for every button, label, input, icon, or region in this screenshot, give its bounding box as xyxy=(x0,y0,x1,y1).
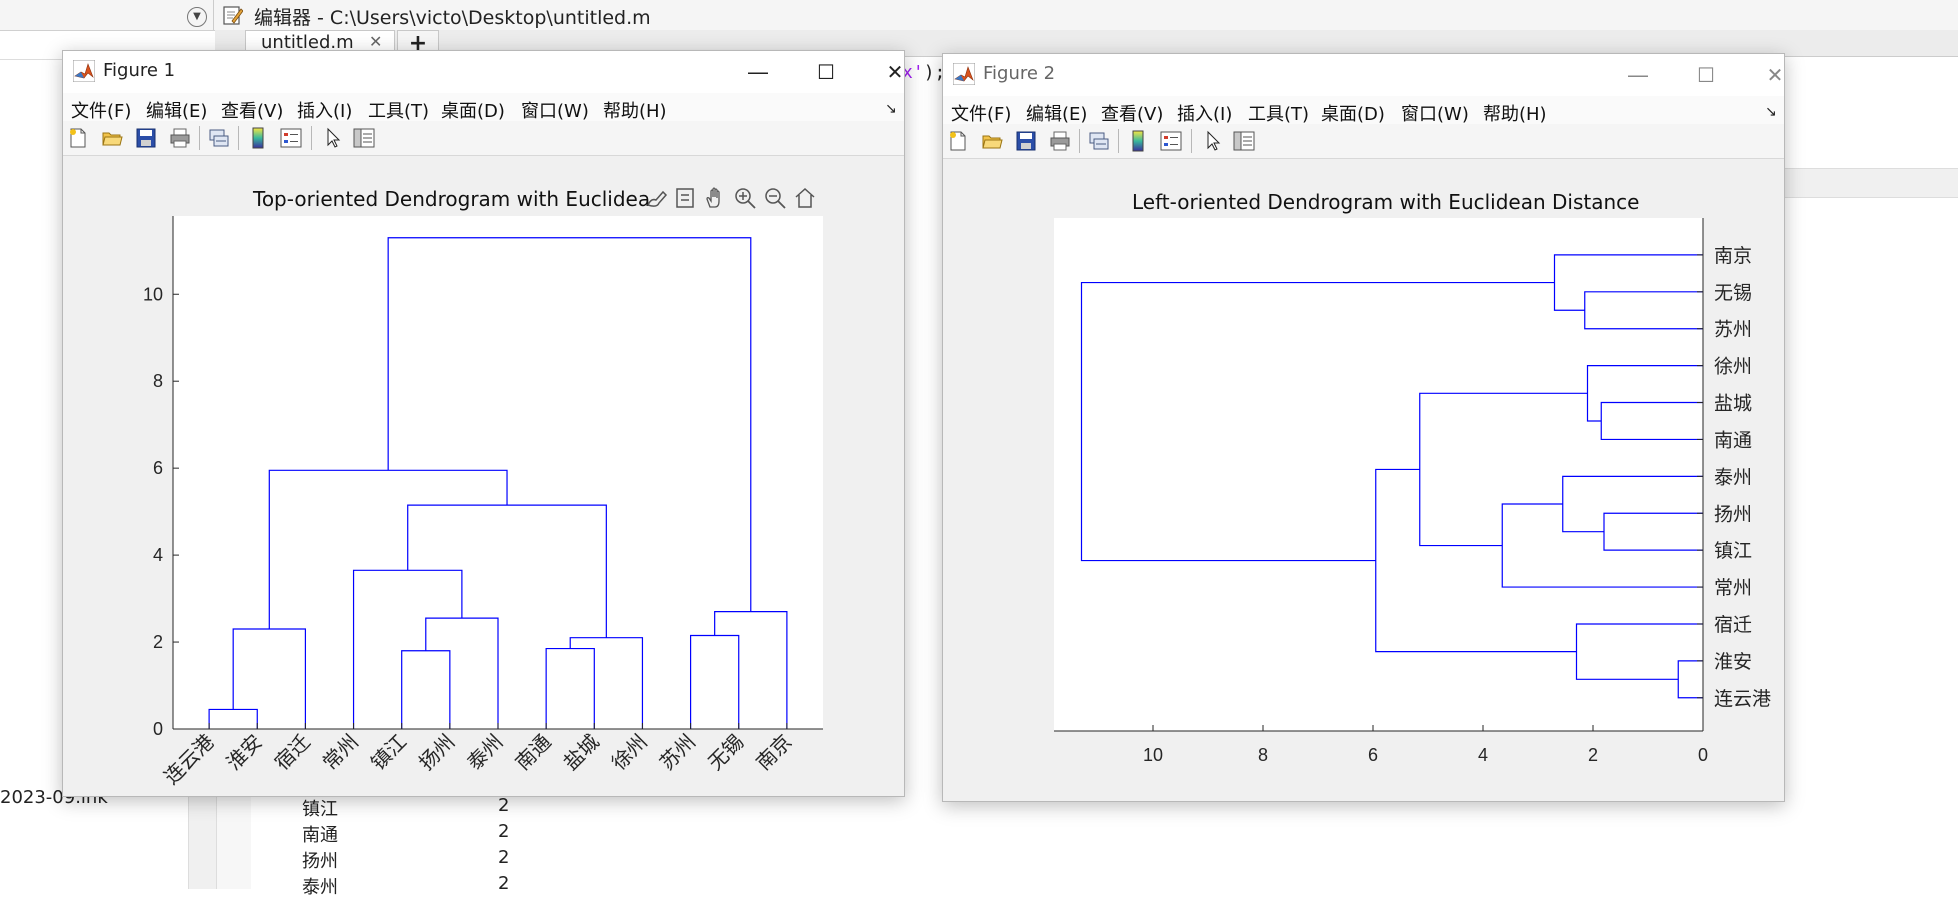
plot-area xyxy=(1054,218,1703,731)
x-tick-label: 无锡 xyxy=(703,730,748,775)
table-row[interactable]: 泰州 2 xyxy=(302,873,542,899)
x-tick-label: 10 xyxy=(1143,745,1163,765)
y-tick-label: 南京 xyxy=(1714,245,1752,267)
y-tick-label: 盐城 xyxy=(1714,393,1752,415)
close-icon[interactable]: ✕ xyxy=(369,32,382,51)
dendrogram-chart[interactable]: 0 2 4 6 8 10 连云港 淮安 宿迁 常州 镇江 扬州 泰州 南通 盐城 徐州 苏州 无锡 南京 xyxy=(63,51,904,796)
x-tick-label: 4 xyxy=(1478,745,1488,765)
editor-right-strip xyxy=(1784,168,1958,198)
y-tick-label: 4 xyxy=(153,545,163,565)
y-tick-label: 2 xyxy=(153,632,163,652)
row-name: 镇江 xyxy=(302,799,338,820)
y-tick-label: 扬州 xyxy=(1714,503,1752,525)
y-tick-label: 淮安 xyxy=(1714,651,1752,673)
x-tick-label: 苏州 xyxy=(655,730,700,775)
table-row[interactable]: 镇江 2 xyxy=(302,795,542,821)
row-value: 2 xyxy=(498,847,510,868)
x-tick-label: 连云港 xyxy=(159,730,218,789)
y-tick-label: 6 xyxy=(153,458,163,478)
table-row[interactable]: 扬州 2 xyxy=(302,847,542,873)
y-tick-label: 8 xyxy=(153,371,163,391)
code-fragment[interactable]: x'); xyxy=(902,62,945,83)
row-value: 2 xyxy=(498,873,510,894)
y-tick-label: 宿迁 xyxy=(1714,614,1752,636)
y-tick-label: 徐州 xyxy=(1714,356,1752,378)
y-tick-label: 南通 xyxy=(1714,429,1752,451)
y-tick-label: 连云港 xyxy=(1714,688,1771,710)
x-tick-label: 徐州 xyxy=(607,730,652,775)
y-tick-label: 镇江 xyxy=(1714,540,1752,562)
editor-title-bar: ▼ 编辑器 - C:\Users\victo\Desktop\untitled.… xyxy=(0,0,1958,31)
x-tick-label: 扬州 xyxy=(414,730,459,775)
row-name: 泰州 xyxy=(302,877,338,898)
dendrogram-chart[interactable]: 10 8 6 4 2 0 南京无锡苏州徐州盐城南通泰州扬州镇江常州宿迁淮安连云港 xyxy=(943,54,1784,801)
y-tick-label: 苏州 xyxy=(1714,319,1752,341)
divider xyxy=(213,0,214,30)
row-value: 2 xyxy=(498,821,510,842)
y-tick-label: 无锡 xyxy=(1714,282,1752,304)
figure-2-window: Figure 2 ― ☐ ✕ 文件(F) 编辑(E) 查看(V) 插入(I) 工… xyxy=(942,53,1785,802)
x-tick-label: 6 xyxy=(1368,745,1378,765)
code-string: x' xyxy=(902,62,924,83)
x-tick-label: 8 xyxy=(1258,745,1268,765)
row-name: 扬州 xyxy=(302,851,338,872)
y-tick-label: 常州 xyxy=(1714,577,1752,599)
x-tick-label: 淮安 xyxy=(222,730,267,775)
x-tick-label: 常州 xyxy=(318,730,363,775)
x-tick-label: 泰州 xyxy=(462,730,507,775)
figure-1-window: Figure 1 ― ☐ ✕ 文件(F) 编辑(E) 查看(V) 插入(I) 工… xyxy=(62,50,905,797)
x-tick-label: 盐城 xyxy=(559,730,604,775)
chevron-down-icon[interactable]: ▼ xyxy=(187,7,207,27)
table-row[interactable]: 南通 2 xyxy=(302,821,542,847)
editor-title: 编辑器 - C:\Users\victo\Desktop\untitled.m xyxy=(254,7,651,29)
row-value: 2 xyxy=(498,795,510,816)
row-name: 南通 xyxy=(302,825,338,846)
x-tick-label: 南京 xyxy=(751,730,796,775)
y-tick-label: 泰州 xyxy=(1714,466,1752,488)
editor-pencil-icon xyxy=(223,6,243,25)
x-tick-label: 2 xyxy=(1588,745,1598,765)
x-tick-label: 镇江 xyxy=(366,730,411,775)
y-tick-label: 10 xyxy=(143,284,163,304)
x-tick-label: 0 xyxy=(1698,745,1708,765)
x-tick-label: 宿迁 xyxy=(270,730,315,775)
y-tick-label: 0 xyxy=(153,719,163,739)
x-tick-label: 南通 xyxy=(510,730,555,775)
